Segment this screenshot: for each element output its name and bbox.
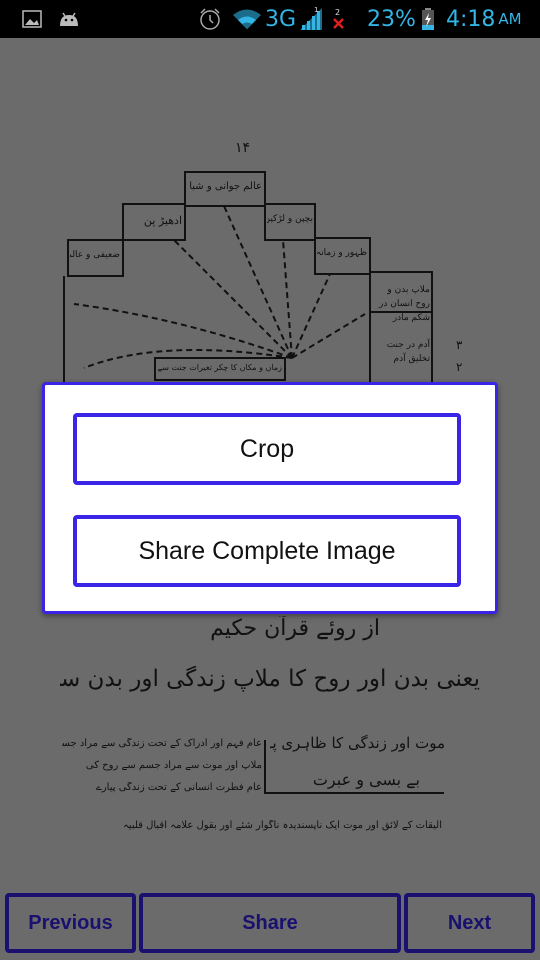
side-number-2: ۲ (456, 360, 463, 374)
diagram-box-adam: آدم در جنت تخلیق آدم (386, 340, 430, 364)
doc-box-divider (264, 740, 266, 792)
doc-heading: از روئے قرآن حکیم (210, 616, 380, 641)
share-complete-image-button[interactable]: Share Complete Image (73, 515, 461, 587)
doc-box-underline (264, 792, 444, 794)
gallery-icon (22, 0, 42, 38)
no-sim-icon: 2 (332, 0, 346, 38)
doc-body-line: عام فطرت انسانی کے تحت زندگی پیارے (95, 782, 262, 793)
sim2-label: 2 (335, 8, 340, 17)
previous-button[interactable]: Previous (5, 893, 136, 953)
share-options-dialog: Crop Share Complete Image (42, 382, 498, 614)
clock-time: 4:18 (446, 6, 496, 32)
diagram-box-union: ملاپ بدن و روح انسان در شکم مادر (379, 285, 430, 323)
clock: 4:18 AM (446, 0, 522, 38)
status-bar: 3G 1 2 23% 4:18 AM (0, 0, 540, 38)
battery-percent: 23% (367, 6, 416, 32)
battery-charging-icon (421, 0, 435, 38)
network-type: 3G (265, 6, 297, 32)
diagram-box-infancy: ظہور و زمانہ شیر خواری (317, 248, 367, 258)
next-button[interactable]: Next (404, 893, 535, 953)
diagram-box-childhood: بچپن و لڑکپن (267, 214, 313, 224)
diagram-box-middle-age: ادھیڑ پن (143, 214, 182, 227)
doc-body-line: ملاپ اور موت سے مراد جسم سے روح کی (85, 760, 262, 771)
diagram-box-time-space: زماں و مکاں کا چکر تغیرات جنت سے نکلنے ک… (158, 363, 282, 372)
diagram-box-youth: عالم جوانی و شباب (190, 181, 262, 192)
doc-body-line: عام فہم اور ادراک کے تحت زندگی سے مراد ج… (62, 738, 262, 749)
signal-icon: 1 (298, 0, 324, 38)
sim1-label: 1 (314, 6, 318, 14)
side-number-3: ۳ (456, 338, 463, 352)
doc-title-line: یعنی بدن اور روح کا ملاپ زندگی اور بدن س… (60, 666, 480, 692)
android-icon (58, 0, 80, 38)
doc-box-subtitle: بے بسی و عبرت (312, 770, 420, 789)
share-button[interactable]: Share (139, 893, 401, 953)
clock-ampm: AM (498, 10, 522, 28)
crop-button[interactable]: Crop (73, 413, 461, 485)
alarm-icon (198, 0, 222, 38)
doc-footer-line: الیقات کے لائق اور موت ایک ناپسندیدہ ناگ… (122, 820, 442, 831)
diagram-box-old-age: ضعیفی و عالم پیری (70, 250, 120, 260)
page-number: ۱۴ (234, 140, 250, 156)
wifi-icon (232, 0, 262, 38)
doc-box-title: موت اور زندگی کا ظاہری پہلو (270, 734, 445, 752)
